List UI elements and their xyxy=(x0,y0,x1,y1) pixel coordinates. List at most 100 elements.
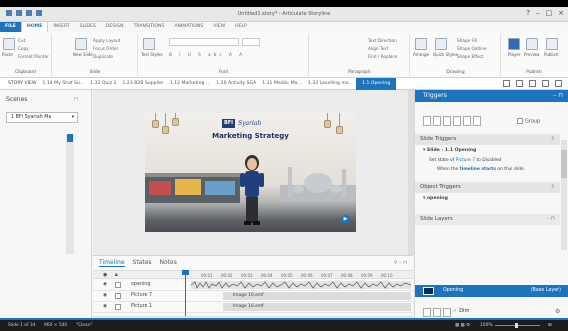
publish-button[interactable]: Publish xyxy=(544,52,558,57)
trigger-object-link[interactable]: Picture 7 xyxy=(456,158,475,163)
slide-trigger-heading[interactable]: ▾ Slide - 1.1 Opening xyxy=(423,148,476,153)
base-layer-row[interactable]: Opening (Base Layer) xyxy=(415,285,568,297)
timeline-ruler[interactable]: ◉ 🔒︎ 00:01 00:02 00:03 00:04 00:05 00:06… xyxy=(93,270,413,279)
timeline-row[interactable]: ◉ Picture 1 Image 16.emf xyxy=(93,302,413,313)
delete-layer-icon[interactable] xyxy=(443,308,451,317)
paste-trigger-icon[interactable] xyxy=(453,116,461,126)
tab-transitions[interactable]: TRANSITIONS xyxy=(129,22,170,32)
trigger-event-link[interactable]: timeline starts xyxy=(460,167,496,172)
minimize-icon[interactable]: – xyxy=(536,9,540,17)
format-painter-button[interactable]: Format Painter xyxy=(18,54,49,59)
collapse-icon[interactable]: ⇳ xyxy=(550,182,555,193)
object-triggers-header[interactable]: Object Triggers ⇳ xyxy=(415,182,560,193)
pin-icon[interactable]: ⊓ xyxy=(74,96,78,102)
slide-view-icon[interactable] xyxy=(529,80,536,87)
delete-trigger-icon[interactable] xyxy=(463,116,471,126)
tab-timeline[interactable]: Timeline xyxy=(99,259,125,267)
timeline-controls[interactable]: ⚲ – ⊓ xyxy=(394,260,407,266)
preview-icon[interactable] xyxy=(526,38,538,50)
new-trigger-icon[interactable] xyxy=(423,116,431,126)
slide-tab[interactable]: 1.20 Activity SGA xyxy=(213,81,259,86)
triggers-scrollbar[interactable] xyxy=(561,140,567,250)
triggers-scroll-thumb[interactable] xyxy=(561,150,567,178)
font-size-select[interactable] xyxy=(242,38,260,46)
eye-icon[interactable]: ◉ xyxy=(103,282,107,287)
arrange-icon[interactable] xyxy=(415,38,427,50)
tab-design[interactable]: DESIGN xyxy=(101,22,129,32)
player-button[interactable]: Player xyxy=(508,52,520,57)
fit-window-icon[interactable]: ⊞ xyxy=(548,323,552,328)
feature-icon[interactable] xyxy=(542,80,549,87)
group-checkbox[interactable]: Group xyxy=(517,118,540,125)
tab-home[interactable]: HOME xyxy=(20,22,49,32)
shape-effect-button[interactable]: Shape Effect xyxy=(457,54,484,59)
tab-notes[interactable]: Notes xyxy=(160,259,177,267)
new-slide-icon[interactable] xyxy=(75,38,87,50)
help-icon[interactable]: ? xyxy=(526,9,530,17)
publish-icon[interactable] xyxy=(546,38,558,50)
zoom-slider-thumb[interactable] xyxy=(515,323,518,328)
story-view-tab[interactable]: STORY VIEW xyxy=(0,81,39,86)
copy-button[interactable]: Copy xyxy=(18,46,29,51)
scenes-scroll-thumb[interactable] xyxy=(67,134,73,142)
slide-tab[interactable]: 1.23 B2B Supplier xyxy=(120,81,167,86)
maximize-icon[interactable]: □ xyxy=(546,9,553,17)
paste-icon[interactable] xyxy=(3,38,15,50)
scenes-scrollbar[interactable] xyxy=(66,134,74,254)
view-mode-icons[interactable]: ▦ ▦ ⚙ xyxy=(455,323,470,328)
quick-styles-icon[interactable] xyxy=(435,38,447,50)
duplicate-button[interactable]: Duplicate xyxy=(93,54,113,59)
timeline-row[interactable]: ◉ Picture 7 Image 16.emf xyxy=(93,291,413,302)
tab-slides[interactable]: SLIDES xyxy=(75,22,101,32)
copy-trigger-icon[interactable] xyxy=(443,116,451,126)
close-icon[interactable]: × xyxy=(558,9,564,17)
object-trigger-item[interactable]: ▾ opening xyxy=(423,196,448,201)
cut-button[interactable]: Cut xyxy=(18,38,25,43)
timeline-row[interactable]: ◉ opening xyxy=(93,280,413,291)
slide-tab[interactable]: 1.12 Marketing ... xyxy=(167,81,213,86)
audio-waveform[interactable] xyxy=(190,281,412,289)
arrange-button[interactable]: Arrange xyxy=(413,52,429,57)
font-family-select[interactable] xyxy=(169,38,239,46)
next-arrow-icon[interactable]: ▶ xyxy=(341,215,350,224)
shape-fill-button[interactable]: Shape Fill xyxy=(457,38,477,43)
pin-icon[interactable]: – ⊓ xyxy=(546,214,555,225)
text-direction-button[interactable]: Text Direction xyxy=(368,38,397,43)
trigger-action[interactable]: Set state of Picture 7 to Disabled xyxy=(429,158,501,163)
slide-layers-header[interactable]: Slide Layers – ⊓ xyxy=(415,214,560,225)
edit-trigger-icon[interactable] xyxy=(433,116,441,126)
preview-button[interactable]: Preview xyxy=(524,52,540,57)
settings-icon[interactable] xyxy=(555,80,562,87)
tab-insert[interactable]: INSERT xyxy=(48,22,74,32)
duplicate-layer-icon[interactable] xyxy=(433,308,441,317)
tab-view[interactable]: VIEW xyxy=(208,22,230,32)
story-view-icon[interactable] xyxy=(516,80,523,87)
slide-tab[interactable]: 1.33 Levelling mo... xyxy=(305,81,356,86)
text-styles-icon[interactable] xyxy=(143,38,155,50)
slide-stage[interactable]: BFI Syariah Marketing Strategy ▶ xyxy=(145,113,356,232)
eye-icon[interactable]: ◉ xyxy=(103,293,107,298)
paste-button[interactable]: Paste xyxy=(2,52,13,57)
new-layer-icon[interactable] xyxy=(423,308,431,317)
scene-select[interactable]: 1 BFI Syariah Ma ▾ xyxy=(6,112,78,123)
find-replace-button[interactable]: Find / Replace xyxy=(368,54,397,59)
new-slide-button[interactable]: New Slide xyxy=(73,52,93,57)
shape-outline-button[interactable]: Shape Outline xyxy=(457,46,487,51)
gear-icon[interactable]: ⚙ xyxy=(555,308,560,315)
slide-tab[interactable]: 1.14 My Shaf Su... xyxy=(39,81,87,86)
eye-icon[interactable]: ◉ xyxy=(103,304,107,309)
tab-animations[interactable]: ANIMATIONS xyxy=(169,22,208,32)
slide-tab[interactable]: 1.32 Quiz 2 xyxy=(87,81,119,86)
slide-triggers-header[interactable]: Slide Triggers ⇳ xyxy=(415,134,560,145)
trigger-condition[interactable]: When the timeline starts on this slide xyxy=(437,167,524,172)
text-styles-button[interactable]: Text Styles xyxy=(141,52,163,57)
apply-layout-button[interactable]: Apply Layout xyxy=(93,38,120,43)
normal-view-icon[interactable] xyxy=(503,80,510,87)
pin-icon[interactable]: – ⊓ xyxy=(553,90,563,102)
quick-styles-button[interactable]: Quick Styles xyxy=(433,52,458,57)
timeline-bar[interactable]: Image 16.emf xyxy=(223,303,411,311)
lock-checkbox[interactable] xyxy=(115,304,121,310)
presenter-character[interactable] xyxy=(239,153,265,225)
font-format-buttons[interactable]: B I U S abc A A xyxy=(169,52,245,57)
focus-order-button[interactable]: Focus Order xyxy=(93,46,118,51)
